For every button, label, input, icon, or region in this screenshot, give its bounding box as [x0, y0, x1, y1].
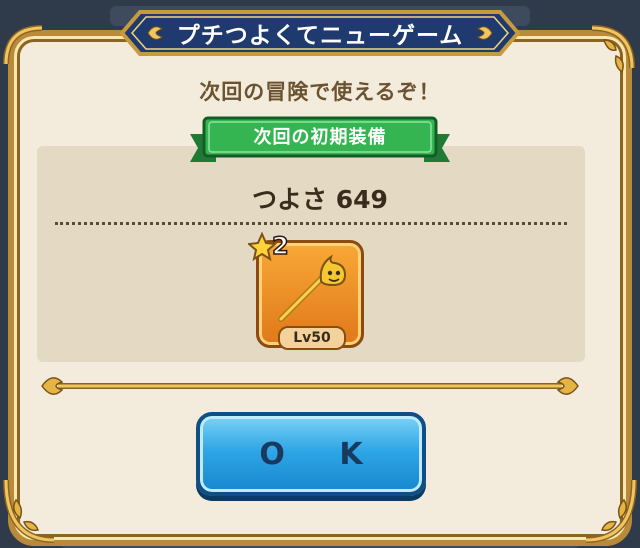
ornamental-divider — [41, 377, 579, 395]
corner-ornament-bottom-left — [3, 479, 55, 543]
strength-value: つよさ 649 — [252, 185, 388, 214]
dialog-title: プチつよくてニューゲーム — [176, 23, 464, 49]
dotted-separator — [55, 222, 567, 225]
item-star-count: 2 — [271, 231, 289, 261]
ok-button[interactable]: O K — [196, 412, 426, 496]
dialog-subtitle: 次回の冒険で使えるぞ！ — [199, 80, 441, 104]
item-level: Lv50 — [278, 326, 346, 350]
title-banner-label-wrap: プチつよくてニューゲーム — [118, 8, 522, 58]
corner-ornament-top-left — [3, 25, 43, 65]
corner-ornament-bottom-right — [585, 479, 637, 543]
ribbon-label: 次回の初期装備 — [253, 127, 387, 148]
